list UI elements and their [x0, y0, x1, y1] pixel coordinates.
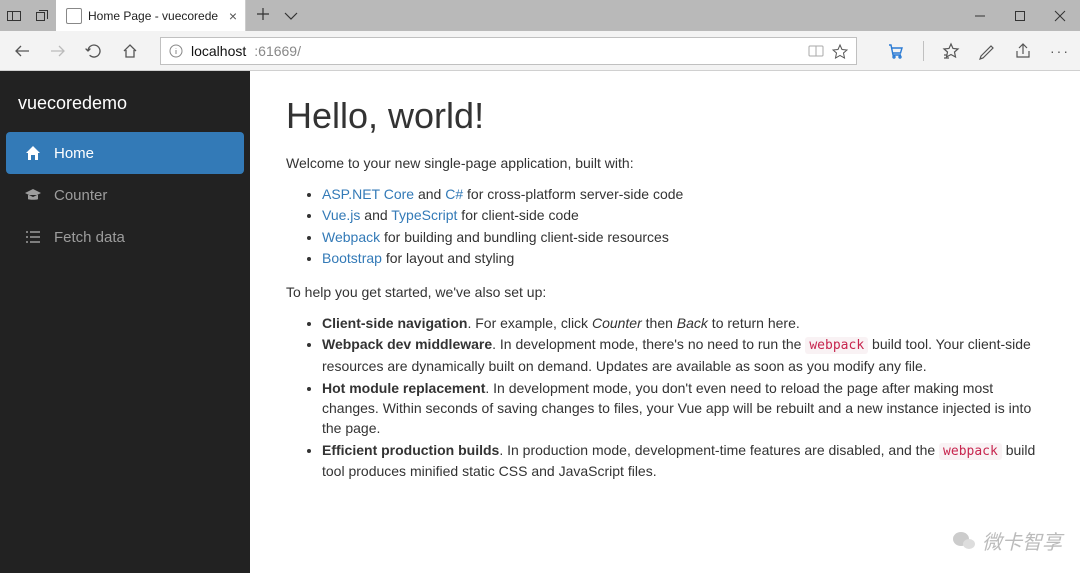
link-webpack[interactable]: Webpack	[322, 229, 380, 245]
tab-favicon	[66, 8, 82, 24]
window-titlebar: Home Page - vuecorede ×	[0, 0, 1080, 31]
link-vue[interactable]: Vue.js	[322, 207, 360, 223]
link-aspnet[interactable]: ASP.NET Core	[322, 186, 414, 202]
shopping-icon[interactable]	[885, 41, 905, 61]
url-rest: :61669/	[254, 43, 301, 59]
sidebar-toggle-icon[interactable]	[0, 0, 28, 31]
list-icon	[24, 228, 42, 246]
sidebar-item-label: Home	[54, 145, 94, 162]
intro-text: Welcome to your new single-page applicat…	[286, 153, 1044, 174]
home-icon	[24, 144, 42, 162]
notes-icon[interactable]	[978, 42, 996, 60]
tab-actions-icon[interactable]	[284, 8, 298, 24]
code-webpack: webpack	[805, 337, 868, 354]
wechat-icon	[952, 530, 976, 552]
sidebar-item-counter[interactable]: Counter	[6, 174, 244, 216]
share-icon[interactable]	[1014, 42, 1032, 60]
sidebar-item-label: Fetch data	[54, 229, 125, 246]
back-button[interactable]	[10, 39, 34, 63]
sidebar-item-label: Counter	[54, 187, 107, 204]
info-icon	[169, 44, 183, 58]
forward-button[interactable]	[46, 39, 70, 63]
maximize-button[interactable]	[1000, 0, 1040, 31]
url-input[interactable]: localhost :61669/	[160, 37, 857, 65]
close-window-button[interactable]	[1040, 0, 1080, 31]
more-icon[interactable]: ···	[1050, 43, 1070, 59]
close-tab-icon[interactable]: ×	[229, 8, 237, 24]
app-sidebar: vuecoredemo Home Counter Fetch data	[0, 71, 250, 573]
features-list: Client-side navigation. For example, cli…	[322, 313, 1044, 481]
reading-view-icon[interactable]	[808, 43, 824, 59]
sidebar-item-fetchdata[interactable]: Fetch data	[6, 216, 244, 258]
watermark: 微卡智享	[952, 526, 1062, 555]
main-content: Hello, world! Welcome to your new single…	[250, 71, 1080, 573]
app-brand: vuecoredemo	[0, 79, 250, 132]
minimize-button[interactable]	[960, 0, 1000, 31]
code-webpack: webpack	[939, 443, 1002, 460]
refresh-button[interactable]	[82, 39, 106, 63]
link-typescript[interactable]: TypeScript	[391, 207, 457, 223]
page-heading: Hello, world!	[286, 95, 1044, 137]
link-csharp[interactable]: C#	[445, 186, 463, 202]
tab-title: Home Page - vuecorede	[88, 9, 218, 23]
url-host: localhost	[191, 43, 246, 59]
browser-tab[interactable]: Home Page - vuecorede ×	[56, 0, 246, 31]
link-bootstrap[interactable]: Bootstrap	[322, 250, 382, 266]
help-intro: To help you get started, we've also set …	[286, 282, 1044, 303]
favorite-icon[interactable]	[832, 43, 848, 59]
sidebar-item-home[interactable]: Home	[6, 132, 244, 174]
graduation-cap-icon	[24, 186, 42, 204]
new-tab-button[interactable]	[256, 7, 270, 24]
tech-list: ASP.NET Core and C# for cross-platform s…	[322, 184, 1044, 268]
favorites-list-icon[interactable]	[942, 42, 960, 60]
recent-tabs-icon[interactable]	[28, 0, 56, 31]
home-button[interactable]	[118, 39, 142, 63]
address-bar: localhost :61669/ ···	[0, 31, 1080, 71]
